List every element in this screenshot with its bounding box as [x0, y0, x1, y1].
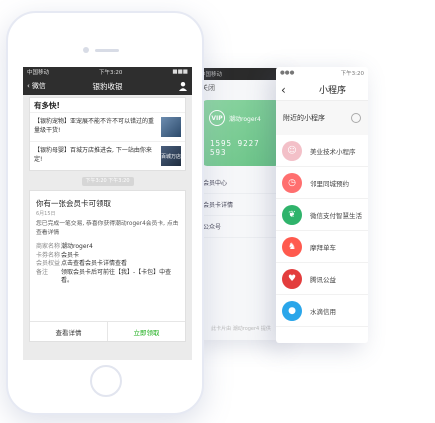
chat-title: 银豹收银 — [92, 81, 123, 91]
chevron-left-icon: ‹ — [27, 82, 30, 90]
nav-bar: ‹ 微信 银豹收银 — [23, 77, 192, 95]
mini-program-label: 摩拜单车 — [310, 243, 336, 252]
card-header: 关闭 — [196, 80, 286, 96]
mini-program-label: 美业技术小程序 — [310, 147, 356, 156]
row-value: 会员卡 — [61, 251, 80, 259]
menu-item-member-center[interactable]: 会员中心 — [196, 172, 286, 194]
mini-program-label: 邻里同城预约 — [310, 179, 349, 188]
notice-row: 卡券名称 会员卡 — [30, 252, 185, 261]
member-card[interactable]: VIP 潮动roger4 1595 9227 593 — [202, 100, 280, 166]
phone-frame: 中国移动 下午3:20 ■■■ ‹ 微信 银豹收银 有多快! 【银豹宠物】亚宠展… — [6, 11, 204, 415]
speaker-grille — [95, 49, 119, 52]
heart-icon: ♥ — [282, 268, 302, 289]
article-item[interactable]: 【银豹母婴】百城万店推进会, 下一站由你来定! 百城万店 — [30, 141, 185, 170]
home-button[interactable] — [90, 365, 122, 397]
row-value: 点击查看会员卡详情查看 — [61, 260, 128, 267]
mini-program-item[interactable]: ☺ 美业技术小程序 — [276, 135, 368, 167]
menu-item-official-account[interactable]: 公众号 — [196, 216, 286, 238]
bike-icon: ♞ — [282, 236, 302, 257]
mini-program-screen: ●●● 下午3:20 ‹ 小程序 附近的小程序 ☺ 美业技术小程序 ◷ 邻里同城预约 ❦… — [276, 67, 368, 343]
row-value: 领取会员卡后可前往【我】-【卡包】中查看。 — [61, 268, 172, 285]
mini-program-list: ☺ 美业技术小程序 ◷ 邻里同城预约 ❦ 微信支付智慧生活 ♞ 摩拜单车 ♥ 腾讯公益 ● 水滴信用 — [276, 135, 368, 327]
status-bar: 中国移动 — [196, 68, 286, 80]
notice-body: 您已完成一笔交易, 恭喜你获得潮动roger4会员卡, 点击查看详情 — [36, 221, 179, 236]
signal-icon: ●●● — [280, 70, 295, 76]
card-menu: 会员中心 会员卡详情 公众号 — [196, 172, 286, 238]
article-title: 【银豹母婴】百城万店推进会, 下一站由你来定! — [34, 147, 152, 163]
notice-date: 6月15日 — [36, 211, 56, 217]
mini-program-item[interactable]: ● 水滴信用 — [276, 295, 368, 327]
nearby-label: 附近的小程序 — [283, 114, 325, 122]
back-label: 微信 — [31, 82, 46, 90]
drop-icon: ● — [282, 300, 302, 321]
mini-program-label: 腾讯公益 — [310, 275, 336, 284]
article-title: 【银豹宠物】亚宠展不能不许不可以错过的重量级干货! — [34, 118, 155, 134]
status-time: 下午3:20 — [99, 70, 123, 76]
mini-program-item[interactable]: ♥ 腾讯公益 — [276, 263, 368, 295]
article-item[interactable]: 【银豹宠物】亚宠展不能不许不可以错过的重量级干货! — [30, 112, 185, 141]
article-thumbnail-image — [161, 117, 181, 137]
member-card-screen: 中国移动 关闭 VIP 潮动roger4 1595 9227 593 会员中心 … — [196, 68, 286, 340]
clock-icon: ◷ — [282, 172, 302, 193]
card-number: 1595 9227 593 — [210, 139, 260, 157]
mini-program-item[interactable]: ❦ 微信支付智慧生活 — [276, 199, 368, 231]
status-time: 下午3:20 — [340, 71, 364, 77]
timestamp-pill: 下午3:20 下午3:20 — [81, 177, 134, 186]
leaf-icon: ❦ — [282, 204, 302, 225]
mini-header: ‹ 小程序 — [276, 79, 368, 101]
row-key: 备注 — [36, 268, 49, 276]
user-profile-icon[interactable] — [178, 81, 188, 91]
mini-program-label: 水滴信用 — [310, 307, 336, 316]
row-key: 卡券名称 — [36, 251, 61, 259]
mini-program-item[interactable]: ♞ 摩拜单车 — [276, 231, 368, 263]
wechat-chat-screen: 中国移动 下午3:20 ■■■ ‹ 微信 银豹收银 有多快! 【银豹宠物】亚宠展… — [23, 67, 192, 360]
notice-row: 备注 领取会员卡后可前往【我】-【卡包】中查看。 — [30, 269, 185, 286]
row-key: 商家名称 — [36, 243, 61, 250]
row-value: 潮动roger4 — [61, 243, 93, 250]
mini-program-label: 微信支付智慧生活 — [310, 211, 362, 220]
article-thumbnail-image: 百城万店 — [161, 146, 181, 166]
front-camera — [83, 47, 89, 53]
mini-program-item[interactable]: ◷ 邻里同城预约 — [276, 167, 368, 199]
location-icon — [351, 113, 361, 123]
claim-now-button[interactable]: 立即领取 — [108, 322, 185, 341]
member-card-notice: 你有一张会员卡可领取 6月15日 您已完成一笔交易, 恭喜你获得潮动roger4… — [29, 190, 186, 342]
mini-page-title: 小程序 — [319, 86, 347, 96]
notice-row: 会员权益 点击查看会员卡详情查看 — [30, 260, 185, 269]
nearby-mini-programs[interactable]: 附近的小程序 — [276, 101, 368, 135]
face-icon: ☺ — [282, 140, 302, 161]
mini-status-bar: ●●● 下午3:20 — [276, 67, 368, 79]
card-footer-note: 此卡片由 潮动roger4 提供 — [211, 326, 271, 332]
back-chevron-icon[interactable]: ‹ — [281, 83, 293, 97]
battery-icon: ■■■ — [172, 69, 188, 75]
carrier-label: 中国移动 — [27, 70, 50, 76]
notice-actions: 查看详情 立即领取 — [30, 321, 185, 341]
notice-row: 商家名称 潮动roger4 — [30, 243, 185, 252]
row-key: 会员权益 — [36, 260, 61, 267]
notice-title: 你有一张会员卡可领取 — [36, 199, 111, 208]
back-button[interactable]: ‹ 微信 — [27, 81, 46, 91]
article-message-card[interactable]: 有多快! 【银豹宠物】亚宠展不能不许不可以错过的重量级干货! 【银豹母婴】百城万… — [29, 97, 186, 171]
article-header: 有多快! — [34, 101, 60, 110]
menu-item-card-details[interactable]: 会员卡详情 — [196, 194, 286, 216]
status-bar: 中国移动 下午3:20 ■■■ — [23, 67, 192, 77]
card-merchant-name: 潮动roger4 — [229, 116, 261, 123]
view-details-button[interactable]: 查看详情 — [30, 322, 108, 341]
vip-logo: VIP — [209, 110, 225, 126]
